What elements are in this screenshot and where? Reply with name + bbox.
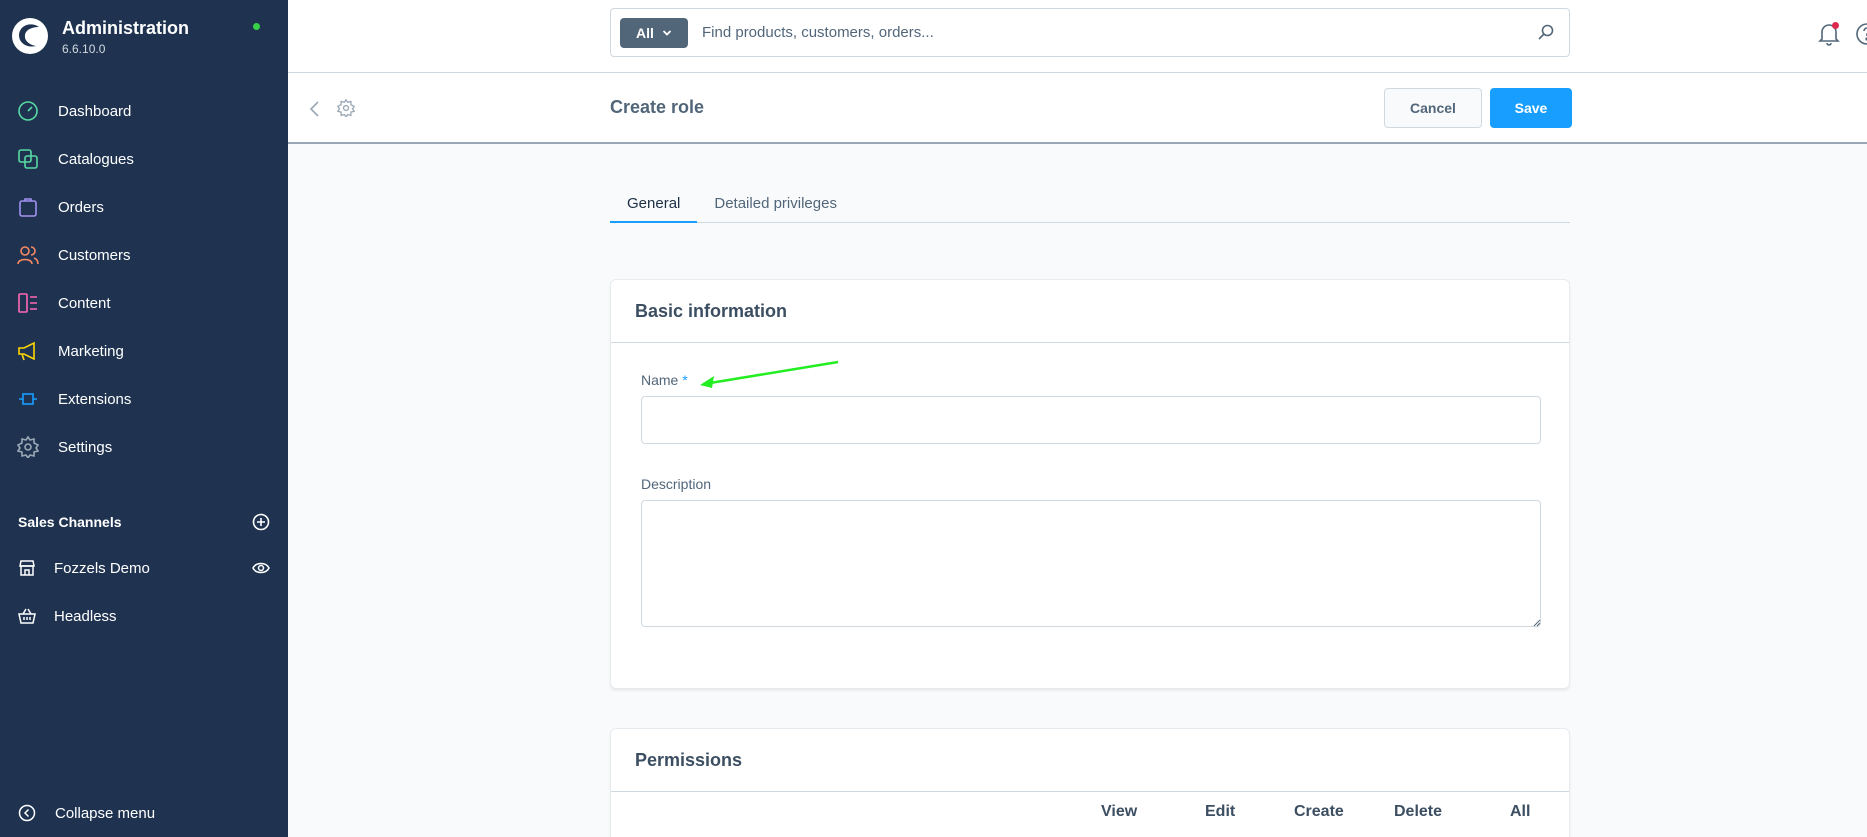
settings-icon (17, 436, 39, 458)
extensions-icon (17, 388, 39, 410)
name-input[interactable] (641, 396, 1541, 444)
smart-bar: Create role Cancel Save (288, 73, 1867, 144)
sales-channels-header: Sales Channels (18, 513, 270, 531)
sidebar-item-label: Settings (58, 438, 113, 456)
status-indicator (253, 23, 260, 30)
name-field-label: Name * (641, 372, 688, 388)
permission-column-header: All (1510, 803, 1531, 820)
tab-detailed-privileges[interactable]: Detailed privileges (697, 188, 854, 223)
name-label-text: Name (641, 372, 679, 388)
sidebar-item-label: Customers (58, 246, 131, 264)
storefront-icon (19, 560, 35, 576)
sidebar-item-dashboard[interactable]: Dashboard (0, 87, 288, 135)
sidebar-item-orders[interactable]: Orders (0, 183, 288, 231)
brand-version: 6.6.10.0 (62, 42, 106, 56)
collapse-menu-button[interactable]: Collapse menu (18, 804, 155, 822)
sales-channel-label: Fozzels Demo (54, 559, 150, 577)
search-input[interactable] (702, 24, 1522, 41)
collapse-menu-label: Collapse menu (55, 804, 156, 822)
permission-column-header: Create (1294, 803, 1344, 820)
cancel-button[interactable]: Cancel (1384, 88, 1482, 128)
customers-icon (17, 244, 39, 266)
permissions-card: Permissions View Edit Create Delete All (610, 728, 1570, 837)
top-bar: All (288, 0, 1867, 73)
back-arrow-icon[interactable] (308, 99, 322, 119)
main-nav: Dashboard Catalogues Orders Customers Co… (0, 87, 288, 471)
sidebar-item-label: Dashboard (58, 102, 132, 120)
tab-bar: General Detailed privileges (610, 188, 1570, 223)
catalogue-icon (17, 148, 39, 170)
sidebar-item-extensions[interactable]: Extensions (0, 375, 288, 423)
search-type-label: All (636, 24, 654, 41)
permission-column-header: Edit (1205, 803, 1236, 820)
sales-channel-item[interactable]: Fozzels Demo (18, 548, 270, 588)
sidebar-item-catalogues[interactable]: Catalogues (0, 135, 288, 183)
brand-title: Administration (62, 18, 190, 38)
sales-channel-item[interactable]: Headless (18, 596, 270, 636)
resize-handle-icon[interactable] (1533, 619, 1541, 627)
shopware-logo-icon (12, 18, 48, 54)
sidebar-item-customers[interactable]: Customers (0, 231, 288, 279)
add-sales-channel-icon[interactable] (252, 513, 270, 531)
collapse-icon (18, 804, 36, 822)
eye-icon[interactable] (252, 559, 270, 577)
search-icon[interactable] (1537, 23, 1555, 41)
basket-icon (18, 608, 36, 624)
sidebar-item-label: Content (58, 294, 111, 312)
settings-gear-icon[interactable] (337, 99, 355, 117)
sales-channel-label: Headless (54, 607, 117, 625)
page-title: Create role (610, 97, 705, 117)
sidebar-item-label: Catalogues (58, 150, 134, 168)
description-field-label: Description (641, 476, 712, 492)
permission-column-header: View (1101, 803, 1138, 820)
sidebar-item-settings[interactable]: Settings (0, 423, 288, 471)
required-marker: * (682, 372, 688, 388)
card-title: Basic information (611, 280, 1569, 343)
permissions-columns: View Edit Create Delete All (611, 803, 1571, 827)
sidebar-item-content[interactable]: Content (0, 279, 288, 327)
description-textarea[interactable] (641, 500, 1541, 627)
permission-column-header: Delete (1394, 803, 1443, 820)
sidebar-item-label: Orders (58, 198, 104, 216)
save-button[interactable]: Save (1490, 88, 1572, 128)
brand[interactable]: Administration 6.6.10.0 (10, 16, 189, 56)
search-type-select[interactable]: All (620, 17, 688, 48)
marketing-icon (17, 340, 39, 362)
sidebar: Administration 6.6.10.0 Dashboard Catalo… (0, 0, 288, 837)
dashboard-icon (17, 100, 39, 122)
notification-badge (1832, 22, 1839, 29)
card-title: Permissions (611, 729, 1569, 792)
chevron-down-icon (662, 29, 672, 36)
sidebar-item-label: Extensions (58, 390, 132, 408)
sidebar-item-label: Marketing (58, 342, 124, 360)
tab-general[interactable]: General (610, 188, 698, 223)
sidebar-item-marketing[interactable]: Marketing (0, 327, 288, 375)
help-icon[interactable] (1855, 22, 1867, 46)
orders-icon (17, 196, 39, 218)
sales-channels-title: Sales Channels (18, 514, 122, 530)
global-search: All (610, 8, 1570, 57)
annotation-arrow-icon (700, 360, 839, 388)
basic-information-card: Basic information Name * Description (610, 279, 1570, 689)
content-icon (17, 292, 39, 314)
